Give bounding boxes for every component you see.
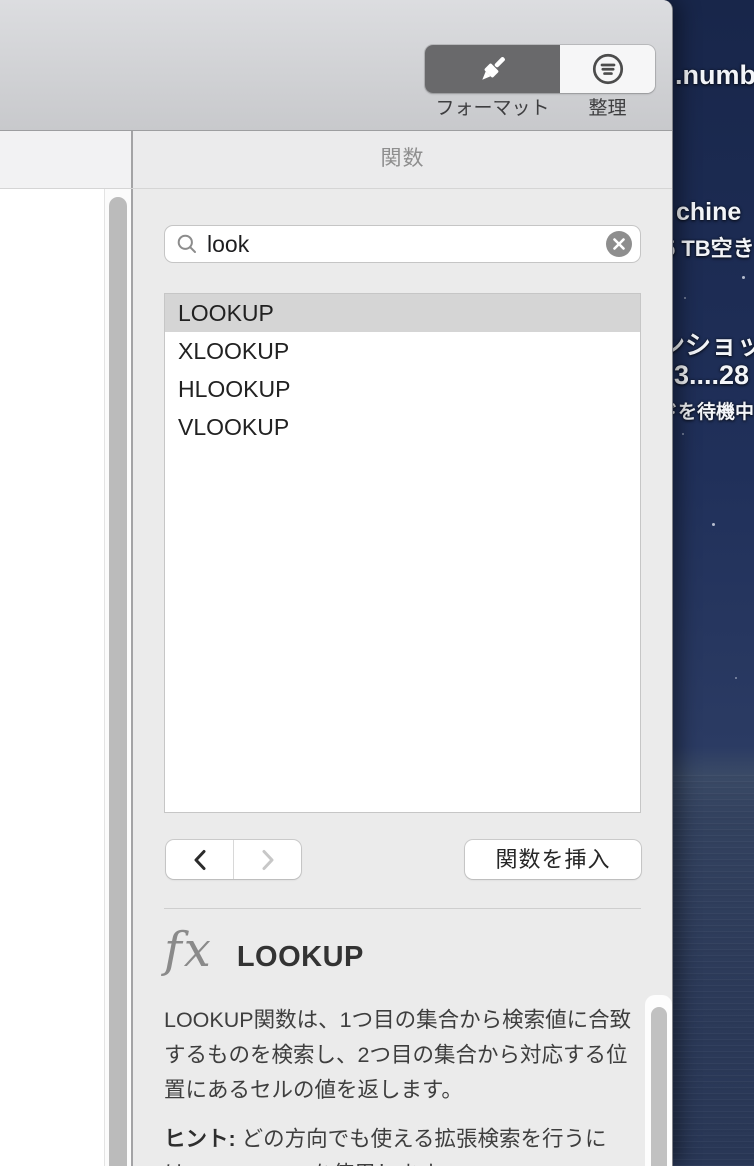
numbers-window: フォーマット 整理 関数 look LOOKUP XLOOKUP HLOOKUP… [0, 0, 673, 1166]
desktop-file-label-screenshot-line1[interactable]: ンショッ [659, 325, 754, 362]
forward-button[interactable] [234, 840, 301, 879]
desktop-upload-status-label: ドを待機中 [659, 402, 754, 423]
clear-search-icon[interactable] [606, 231, 632, 257]
chevron-right-icon [260, 849, 276, 871]
function-detail-header: fx LOOKUP [164, 922, 364, 978]
function-detail-title: LOOKUP [236, 941, 364, 973]
panel-header-row: 関数 [0, 131, 672, 189]
xlookup-link[interactable]: XLOOKUP [207, 1162, 311, 1166]
organize-button[interactable] [560, 45, 655, 93]
star [684, 297, 686, 299]
function-results-list: LOOKUP XLOOKUP HLOOKUP VLOOKUP [164, 293, 641, 813]
function-list-item[interactable]: HLOOKUP [165, 370, 640, 408]
panel-scrollbar-thumb[interactable] [651, 1007, 667, 1166]
panel-title: 関数 [133, 131, 672, 188]
function-description: LOOKUP関数は、1つ目の集合から検索値に合致するものを検索し、2つ目の集合か… [164, 1003, 643, 1166]
chevron-left-icon [192, 849, 208, 871]
organize-button-label: 整理 [588, 98, 627, 119]
desktop-file-label-numbers[interactable]: .numb [675, 60, 754, 91]
format-button[interactable] [425, 45, 560, 93]
function-list-item[interactable]: LOOKUP [165, 294, 640, 332]
document-area [0, 189, 131, 1166]
document-scrollbar-track [104, 189, 131, 1166]
format-button-label: フォーマット [435, 98, 550, 119]
fx-icon: fx [164, 922, 213, 978]
function-search-field [164, 225, 641, 263]
sheet-header-spacer [0, 131, 131, 188]
function-hint: ヒント: どの方向でも使える拡張検索を行うには、XLOOKUPを使用します。 [164, 1122, 643, 1166]
section-divider [164, 908, 641, 909]
desktop-time-machine-label: chine [676, 198, 742, 226]
star [682, 433, 684, 435]
history-nav-control [166, 840, 301, 879]
insert-function-button[interactable]: 関数を挿入 [465, 840, 641, 879]
paintbrush-icon [473, 49, 513, 89]
function-description-text: LOOKUP関数は、1つ目の集合から検索値に合致するものを検索し、2つ目の集合か… [164, 1008, 632, 1102]
desktop-file-label-screenshot-line2[interactable]: 3....28 [674, 360, 749, 391]
organize-icon [588, 49, 628, 89]
inspector-segmented-control [425, 45, 655, 93]
function-list-item[interactable]: VLOOKUP [165, 408, 640, 446]
hint-label: ヒント: [164, 1127, 236, 1151]
star [742, 276, 745, 279]
search-input[interactable] [207, 230, 606, 258]
desktop-free-space-label: 5 TB空き [663, 236, 754, 261]
toolbar: フォーマット 整理 [0, 0, 672, 131]
star [735, 677, 737, 679]
content-row: LOOKUP XLOOKUP HLOOKUP VLOOKUP [0, 189, 672, 1166]
search-icon [176, 233, 198, 255]
function-list-item[interactable]: XLOOKUP [165, 332, 640, 370]
star [712, 523, 715, 526]
back-button[interactable] [166, 840, 234, 879]
function-panel: LOOKUP XLOOKUP HLOOKUP VLOOKUP [133, 189, 672, 1166]
hint-text-after-link: を使用します。 [311, 1162, 459, 1166]
document-scrollbar-thumb[interactable] [109, 197, 127, 1166]
